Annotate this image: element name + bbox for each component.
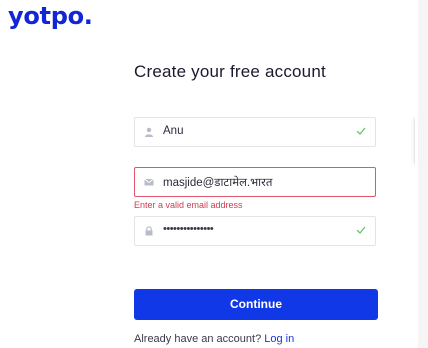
- login-prompt: Already have an account? Log in: [134, 333, 294, 345]
- name-value: Anu: [163, 125, 184, 137]
- continue-button[interactable]: Continue: [134, 289, 378, 320]
- page-title: Create your free account: [134, 62, 326, 81]
- email-error-message: Enter a valid email address: [134, 200, 243, 210]
- lock-icon: [145, 226, 153, 236]
- envelope-icon: [144, 178, 154, 186]
- name-field[interactable]: Anu: [134, 117, 376, 147]
- login-prompt-text: Already have an account?: [134, 333, 262, 345]
- email-field[interactable]: masjide@डाटामेल.भारत: [134, 167, 376, 197]
- yotpo-logo[interactable]: yotpo.: [8, 2, 93, 30]
- signup-page: yotpo. Create your free account Anu masj…: [0, 0, 418, 348]
- password-value: •••••••••••••••: [163, 223, 214, 235]
- side-tab-edge: [414, 118, 418, 164]
- user-icon: [145, 127, 153, 137]
- password-field[interactable]: •••••••••••••••: [134, 216, 376, 246]
- checkmark-icon: [356, 226, 366, 234]
- email-value: masjide@डाटामेल.भारत: [163, 177, 273, 189]
- login-link[interactable]: Log in: [264, 333, 294, 345]
- checkmark-icon: [356, 127, 366, 135]
